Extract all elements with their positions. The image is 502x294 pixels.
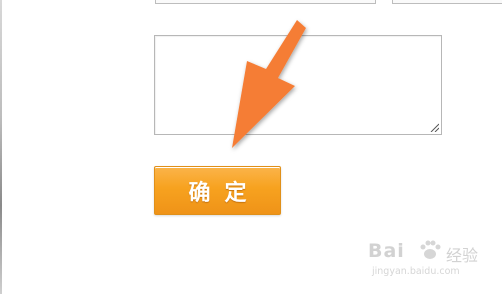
watermark: Bai 经验 jingyan.baidu.com [368,240,498,290]
paw-icon [420,240,441,259]
watermark-product: 经验 [446,246,479,265]
upper-input-field[interactable] [155,0,376,4]
arrow-icon [232,20,306,148]
watermark-url: jingyan.baidu.com [372,266,460,277]
window-left-edge [0,0,2,294]
upper-input-field-2[interactable] [392,0,502,4]
confirm-button-label: 确定 [188,180,261,206]
resize-grip-icon[interactable] [429,122,439,132]
confirm-button[interactable]: 确定 [154,166,281,215]
watermark-brand: Bai [368,240,405,262]
